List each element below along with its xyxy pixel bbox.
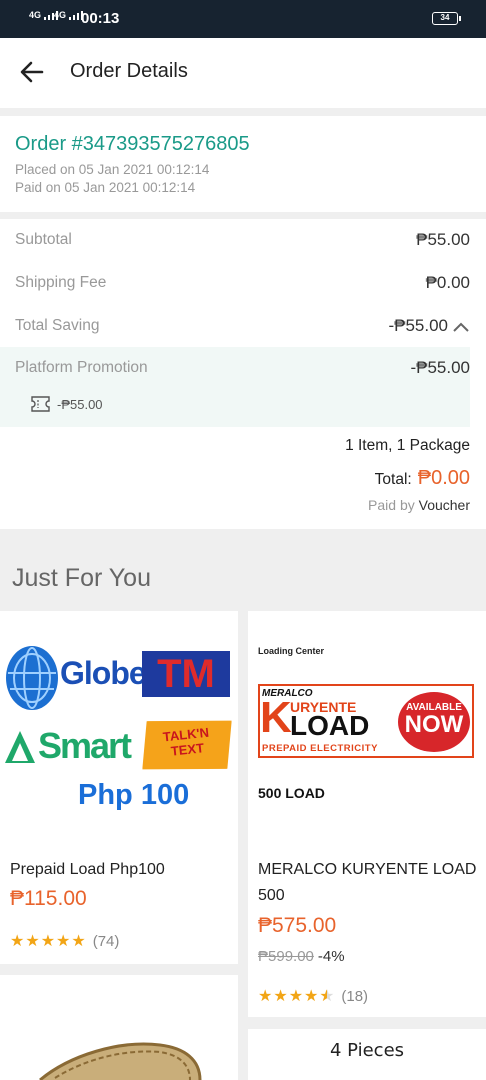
platform-promotion-label: Platform Promotion xyxy=(15,359,148,376)
total-saving-row[interactable]: Total Saving -₱55.00 xyxy=(0,305,486,347)
paid-by-label: Paid by xyxy=(368,497,415,513)
signal-network-type: 4G xyxy=(29,10,42,20)
status-bar: 4G 4G 00:13 34 xyxy=(0,0,486,38)
order-id: Order #347393575276805 xyxy=(15,133,250,155)
status-time: 00:13 xyxy=(81,10,120,27)
shipping-fee-label: Shipping Fee xyxy=(15,274,107,291)
smart-logo-icon xyxy=(5,731,35,763)
platform-promotion-value: -₱55.00 xyxy=(410,358,470,377)
pieces-label: 4 Pieces xyxy=(329,1040,405,1061)
just-for-you-heading: Just For You xyxy=(12,564,151,592)
signal-indicator-2: 4G xyxy=(54,10,83,20)
product-price: ₱115.00 xyxy=(10,887,87,910)
product-rating: ★★★★★ (74) xyxy=(10,931,119,951)
voucher-amount: -₱55.00 xyxy=(57,397,103,412)
order-total: Total: ₱0.00 xyxy=(375,467,470,490)
voucher-ticket-icon xyxy=(31,396,50,412)
globe-logo-icon xyxy=(6,646,58,710)
talk-n-text-logo: TALK'N TEXT xyxy=(137,712,236,778)
product-rating: ★★★★★★ (18) xyxy=(258,986,368,1006)
page-title: Order Details xyxy=(70,60,188,82)
product-card-4[interactable]: 4 Pieces xyxy=(248,1029,486,1080)
back-arrow-icon[interactable] xyxy=(18,58,46,86)
meralco-banner: MERALCO K URYENTE LOAD PREPAID ELECTRICI… xyxy=(258,684,474,758)
order-info-card: Order #347393575276805 Placed on 05 Jan … xyxy=(0,116,486,212)
original-price: ₱599.00 xyxy=(258,948,314,965)
product-card-3[interactable] xyxy=(0,975,238,1080)
loading-center-text: Loading Center xyxy=(258,646,325,656)
total-saving-value: -₱55.00 xyxy=(388,316,470,336)
app-bar: Order Details xyxy=(0,38,486,108)
product-original-price: ₱599.00 -4% xyxy=(258,948,345,965)
product-name: MERALCO KURYENTE LOAD 500 xyxy=(258,861,477,904)
payment-method: Paid by Voucher xyxy=(368,497,470,513)
rating-stars-icon: ★★★★★★ xyxy=(258,988,334,1005)
php-100-text: Php 100 xyxy=(78,779,190,811)
subtotal-row: Subtotal ₱55.00 xyxy=(0,219,486,261)
order-summary-card: Subtotal ₱55.00 Shipping Fee ₱0.00 Total… xyxy=(0,219,486,529)
rating-stars-icon: ★★★★★ xyxy=(10,933,87,950)
product-card-meralco-load[interactable]: Loading Center MERALCO K URYENTE LOAD PR… xyxy=(248,611,486,1017)
shipping-fee-row: Shipping Fee ₱0.00 xyxy=(0,262,486,304)
items-packages-count: 1 Item, 1 Package xyxy=(345,437,470,454)
discount-percent: -4% xyxy=(317,948,345,965)
smart-brand-text: Smart xyxy=(38,725,132,766)
kuryente-k-text: K xyxy=(260,693,292,742)
product-name: Prepaid Load Php100 xyxy=(10,861,165,878)
total-value: ₱0.00 xyxy=(417,467,470,489)
product-card-prepaid-load[interactable]: Globe TM Smart TALK'N TEXT Php 100 Prepa… xyxy=(0,611,238,964)
rating-count: (74) xyxy=(92,933,120,950)
subtotal-value: ₱55.00 xyxy=(416,230,470,249)
load-500-text: 500 LOAD xyxy=(258,785,325,801)
product-price: ₱575.00 xyxy=(258,914,337,937)
paid-by-method: Voucher xyxy=(418,497,470,513)
rating-count: (18) xyxy=(341,988,369,1005)
order-paid-date: Paid on 05 Jan 2021 00:12:14 xyxy=(15,180,196,195)
globe-brand-text: Globe xyxy=(60,655,147,691)
tm-brand-text: TM xyxy=(142,651,230,697)
chevron-up-icon[interactable] xyxy=(452,321,470,333)
available-now-badge: AVAILABLE NOW xyxy=(398,692,470,752)
product-image xyxy=(39,1042,202,1080)
load-text: LOAD xyxy=(290,710,370,741)
total-saving-amount: -₱55.00 xyxy=(388,316,448,335)
shipping-fee-value: ₱0.00 xyxy=(425,273,470,292)
signal-network-type-2: 4G xyxy=(54,10,67,20)
subtotal-label: Subtotal xyxy=(15,231,72,248)
order-placed-date: Placed on 05 Jan 2021 00:12:14 xyxy=(15,162,210,177)
total-label: Total: xyxy=(374,471,412,488)
platform-promotion-box: Platform Promotion -₱55.00 -₱55.00 xyxy=(0,347,470,427)
product-image: Globe TM Smart TALK'N TEXT Php 100 xyxy=(0,639,238,839)
prepaid-electricity-text: PREPAID ELECTRICITY xyxy=(262,743,378,754)
now-text: NOW xyxy=(404,711,464,738)
total-saving-label: Total Saving xyxy=(15,317,100,334)
battery-icon: 34 xyxy=(432,12,461,25)
